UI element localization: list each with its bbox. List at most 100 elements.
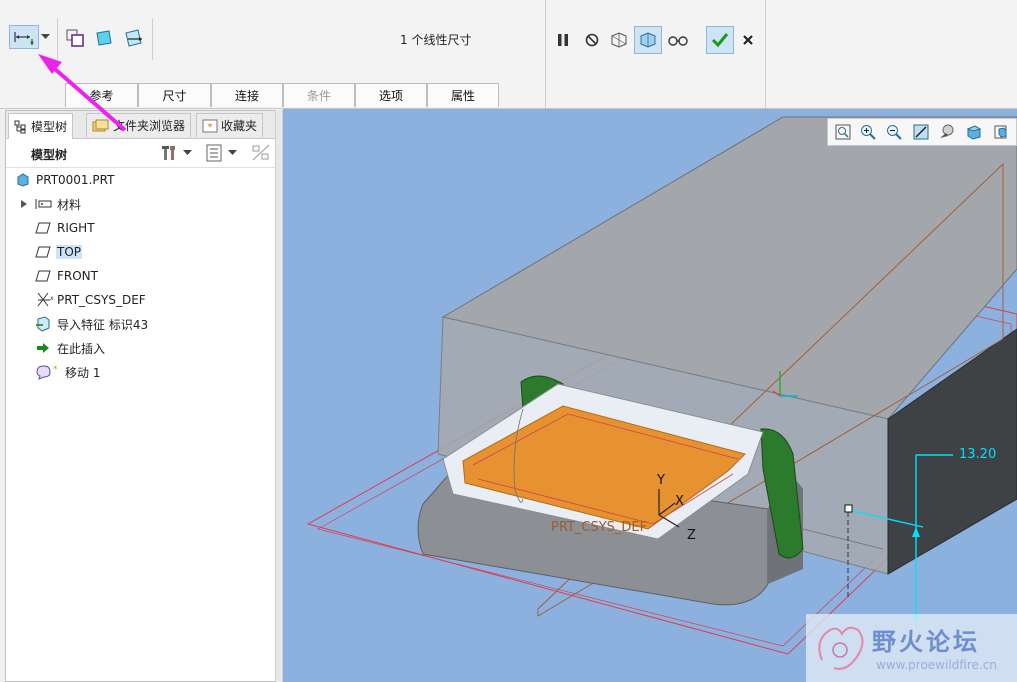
- ribbon: 1 个线性尺寸 参考 尺寸 连接 条件 选项 属性: [0, 0, 1017, 109]
- tab-model-tree-label: 模型树: [31, 120, 68, 134]
- tab-references[interactable]: 参考: [65, 83, 138, 107]
- stop-button[interactable]: [580, 28, 604, 52]
- csys-y-label: Y: [657, 473, 665, 488]
- csys-z-label: Z: [687, 528, 696, 543]
- surface-icon: [96, 30, 112, 46]
- tab-options[interactable]: 选项: [355, 83, 427, 107]
- saved-views-button[interactable]: [992, 123, 1010, 141]
- csys-icon: x: [35, 292, 53, 308]
- preview-icon: [611, 32, 627, 48]
- saved-views-icon: [994, 125, 1007, 139]
- dropdown-arrow-icon: [183, 150, 192, 155]
- tab-favorites-label: 收藏夹: [221, 119, 258, 133]
- tree-settings-button[interactable]: [161, 144, 195, 162]
- zoom-in-icon: [861, 125, 876, 140]
- import-feature-icon: [35, 316, 51, 332]
- dimension-count-label: 1 个线性尺寸: [400, 33, 472, 47]
- pause-icon: [558, 34, 568, 46]
- tab-dimensions[interactable]: 尺寸: [138, 83, 211, 107]
- expand-arrow-icon[interactable]: [19, 196, 29, 212]
- model-tree-title: 模型树: [31, 148, 68, 162]
- svg-text:*: *: [53, 365, 57, 375]
- part-csys: [658, 489, 680, 528]
- feature-preview-button[interactable]: [634, 26, 662, 54]
- cancel-button[interactable]: [736, 28, 760, 52]
- tree-item-part[interactable]: PRT0001.PRT: [6, 169, 276, 191]
- watermark-logo-icon: [818, 626, 864, 670]
- dropdown-arrow-icon: [41, 34, 50, 39]
- tab-folder-browser[interactable]: 文件夹浏览器: [86, 113, 192, 137]
- surface-button[interactable]: [92, 26, 116, 50]
- datum-plane-icon: [35, 220, 51, 236]
- tree-item-label: TOP: [56, 245, 83, 259]
- tree-item-label: PRT_CSYS_DEF: [57, 293, 146, 307]
- tree-item-label: 导入特征 标识43: [57, 317, 149, 332]
- navigator-panel: 模型树 文件夹浏览器 * 收藏夹 模型树 PRT0001.PRT 材料 RIGH…: [5, 110, 282, 682]
- datum-plane-icon: [35, 268, 51, 284]
- navigator-tabs: 模型树 文件夹浏览器 * 收藏夹: [6, 111, 281, 139]
- tree-item-material[interactable]: 材料: [6, 193, 276, 215]
- tab-properties[interactable]: 属性: [427, 83, 499, 107]
- model-tree-icon: [14, 120, 26, 133]
- tree-item-move[interactable]: * 移动 1: [6, 361, 276, 383]
- placement-button[interactable]: [63, 26, 87, 50]
- watermark: 野火论坛 www.proewildfire.cn: [806, 614, 1017, 682]
- shading-button[interactable]: [938, 123, 956, 141]
- stop-icon: [585, 33, 599, 47]
- tree-item-right[interactable]: RIGHT: [6, 217, 276, 239]
- move-type-dropdown[interactable]: [39, 25, 52, 49]
- tree-item-label: RIGHT: [57, 221, 95, 235]
- tree-filter-button[interactable]: [251, 144, 271, 162]
- tree-item-top[interactable]: TOP: [6, 241, 276, 263]
- model-graphics[interactable]: [283, 109, 1017, 682]
- pause-button[interactable]: [551, 28, 575, 52]
- zoom-out-icon: [887, 125, 902, 140]
- tools-icon: [162, 146, 175, 160]
- list-icon: [206, 144, 222, 162]
- tab-model-tree[interactable]: 模型树: [8, 113, 74, 139]
- svg-text:*: *: [208, 122, 213, 133]
- view-orient-button[interactable]: [965, 123, 983, 141]
- feature-preview-icon: [640, 32, 656, 48]
- tab-folder-browser-label: 文件夹浏览器: [113, 119, 186, 133]
- tab-favorites[interactable]: * 收藏夹: [196, 113, 264, 137]
- move-feature-icon: *: [35, 364, 57, 380]
- watermark-url: www.proewildfire.cn: [876, 658, 997, 672]
- zoom-out-button[interactable]: [885, 123, 903, 141]
- favorites-icon: *: [202, 119, 218, 133]
- insert-here-arrow-icon: [35, 340, 51, 356]
- zoom-fit-icon: [835, 124, 851, 140]
- tree-item-label: 材料: [57, 197, 82, 212]
- move-dimension-button[interactable]: [9, 25, 39, 49]
- zoom-fit-button[interactable]: [834, 123, 852, 141]
- view-orient-icon: [966, 125, 982, 140]
- tree-item-front[interactable]: FRONT: [6, 265, 276, 287]
- repaint-button[interactable]: [912, 123, 930, 141]
- tree-item-label: 移动 1: [65, 365, 101, 380]
- model-tree-header: 模型树: [6, 139, 281, 168]
- csys-label: PRT_CSYS_DEF: [551, 520, 648, 535]
- tab-connections[interactable]: 连接: [211, 83, 283, 107]
- tree-item-label: FRONT: [57, 269, 98, 283]
- preview-button[interactable]: [607, 28, 631, 52]
- tree-show-button[interactable]: [206, 144, 240, 162]
- svg-text:x: x: [50, 295, 53, 302]
- verify-button[interactable]: [666, 28, 690, 52]
- material-icon: [34, 196, 54, 212]
- watermark-title: 野火论坛: [872, 628, 980, 656]
- dimension-value[interactable]: 13.20: [959, 447, 996, 462]
- dashboard-tabs: 参考 尺寸 连接 条件 选项 属性: [65, 83, 499, 107]
- tree-item-import-feature[interactable]: 导入特征 标识43: [6, 313, 276, 335]
- zoom-in-button[interactable]: [859, 123, 877, 141]
- dropdown-arrow-icon: [228, 150, 237, 155]
- tree-item-label: PRT0001.PRT: [36, 173, 115, 187]
- panel-splitter[interactable]: [275, 110, 283, 682]
- graphics-viewport[interactable]: 13.20 PRT_CSYS_DEF Y X Z 野火论坛 www.proewi…: [283, 109, 1017, 682]
- confirm-check-icon: [711, 33, 729, 48]
- plane-move-button[interactable]: [122, 26, 146, 50]
- confirm-button[interactable]: [706, 26, 734, 54]
- tree-item-insert-here[interactable]: 在此插入: [6, 337, 276, 359]
- shading-icon: [940, 124, 954, 138]
- tree-item-csys[interactable]: x PRT_CSYS_DEF: [6, 289, 276, 311]
- plane-move-icon: [125, 29, 142, 47]
